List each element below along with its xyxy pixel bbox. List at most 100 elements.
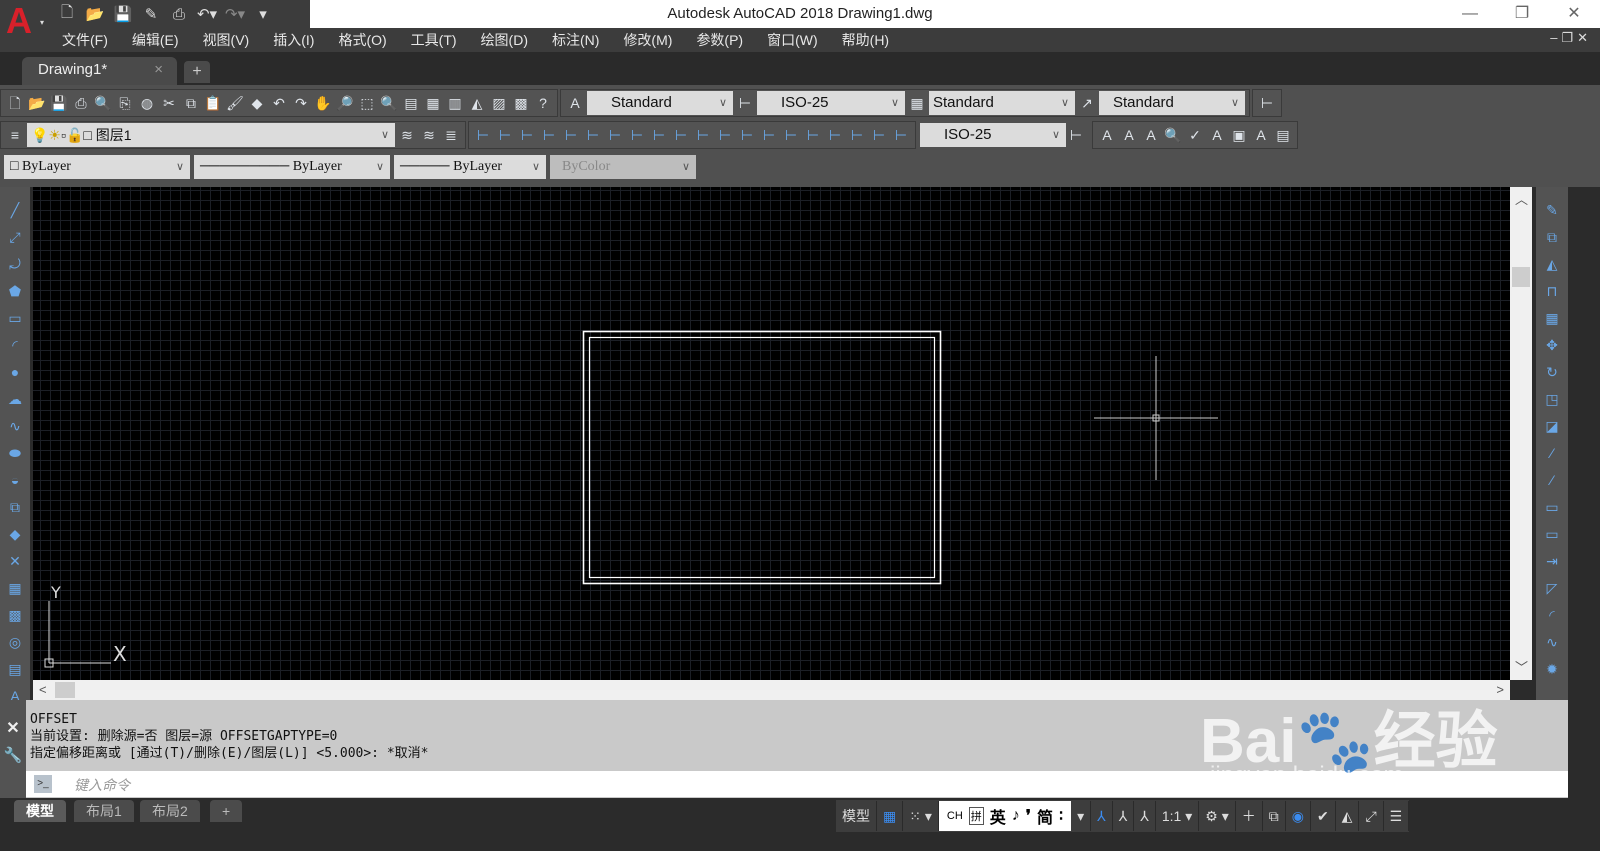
- undo-icon[interactable]: ↶: [269, 92, 289, 114]
- add-layout-button[interactable]: +: [210, 800, 243, 822]
- drawing-window-controls[interactable]: –❐✕: [1550, 30, 1592, 46]
- stretch-icon[interactable]: ◪: [1542, 415, 1562, 437]
- hardware-acceleration-icon[interactable]: ◉: [1286, 801, 1311, 831]
- dim-style-select-2[interactable]: ISO-25 ∨: [920, 123, 1066, 147]
- calc-icon[interactable]: ▩: [511, 92, 531, 114]
- break-at-point-icon[interactable]: ▭: [1542, 523, 1562, 545]
- polygon-icon[interactable]: ⬟: [5, 280, 25, 302]
- 3d-icon[interactable]: ◍: [137, 92, 157, 114]
- command-prompt-icon[interactable]: >_: [34, 775, 52, 793]
- trim-icon[interactable]: ⁄: [1542, 442, 1562, 464]
- join-icon[interactable]: ⇥: [1542, 550, 1562, 572]
- menu-item[interactable]: 文件(F): [62, 30, 108, 50]
- insert-block-icon[interactable]: ⧉: [5, 496, 25, 518]
- tab-model[interactable]: 模型: [14, 800, 66, 822]
- linetype-select[interactable]: ───────── ByLayer ∨: [194, 155, 390, 179]
- new-icon[interactable]: 🗋: [5, 92, 25, 114]
- drawing-canvas[interactable]: X Y: [33, 187, 1510, 680]
- dim-style-select[interactable]: ISO-25 ∨: [757, 91, 905, 115]
- scale-text-icon[interactable]: ▣: [1229, 124, 1249, 146]
- layer-select[interactable]: 💡☀▫🔓□ 图层1 ∨: [27, 123, 395, 147]
- tool-palettes-icon[interactable]: ▥: [445, 92, 465, 114]
- customize-command-icon[interactable]: 🔧: [0, 746, 26, 764]
- redo-icon[interactable]: ↷▾: [224, 5, 246, 23]
- offset-rectangle[interactable]: [588, 336, 936, 579]
- mirror-icon[interactable]: ◭: [1542, 253, 1562, 275]
- command-input[interactable]: >_ 键入命令: [26, 771, 1568, 797]
- plot-icon[interactable]: ⎙: [71, 92, 91, 114]
- design-center-icon[interactable]: ▦: [423, 92, 443, 114]
- construction-line-icon[interactable]: ⤢: [5, 226, 25, 248]
- new-tab-button[interactable]: +: [184, 61, 210, 83]
- fillet-icon[interactable]: ◜: [1542, 604, 1562, 626]
- menu-item[interactable]: 视图(V): [203, 30, 250, 50]
- copy-icon[interactable]: ⧉: [1542, 226, 1562, 248]
- dim-center-mark-icon[interactable]: ⊢: [781, 124, 801, 146]
- convert-icon[interactable]: ▤: [1273, 124, 1293, 146]
- offset-icon[interactable]: ⊓: [1542, 280, 1562, 302]
- rectangle-icon[interactable]: ▭: [5, 307, 25, 329]
- hatch-icon[interactable]: ▦: [5, 577, 25, 599]
- outer-rectangle[interactable]: [582, 330, 942, 585]
- extend-icon[interactable]: ⁄: [1542, 469, 1562, 491]
- color-select[interactable]: □ ByLayer ∨: [4, 155, 190, 179]
- paste-icon[interactable]: 📋: [203, 92, 223, 114]
- save-icon[interactable]: 💾: [49, 92, 69, 114]
- find-icon[interactable]: 🔍: [1163, 124, 1183, 146]
- menu-item[interactable]: 格式(O): [338, 30, 386, 50]
- text-style-select[interactable]: Standard ∨: [587, 91, 733, 115]
- make-block-icon[interactable]: ◆: [5, 523, 25, 545]
- text-style-icon[interactable]: A: [565, 92, 585, 114]
- table-style-select[interactable]: Standard ∨: [929, 91, 1075, 115]
- menu-item[interactable]: 修改(M): [623, 30, 672, 50]
- lineweight-select[interactable]: ───── ByLayer ∨: [394, 155, 546, 179]
- break-icon[interactable]: ▭: [1542, 496, 1562, 518]
- menu-item[interactable]: 编辑(E): [132, 30, 179, 50]
- menu-item[interactable]: 插入(I): [273, 30, 314, 50]
- layer-properties-icon[interactable]: ≡: [5, 124, 25, 146]
- open-icon[interactable]: 📂: [27, 92, 47, 114]
- workspace-gear-icon[interactable]: ⚙ ▾: [1199, 801, 1236, 831]
- publish-icon[interactable]: ⎘: [115, 92, 135, 114]
- line-icon[interactable]: ╱: [5, 199, 25, 221]
- dim-dim-edit-icon[interactable]: ⊢: [847, 124, 867, 146]
- arc-icon[interactable]: ◜: [5, 334, 25, 356]
- ellipse-arc-icon[interactable]: ◒: [5, 469, 25, 491]
- menu-item[interactable]: 绘图(D): [481, 30, 528, 50]
- mleader-style-icon[interactable]: ↗: [1077, 92, 1097, 114]
- spline-icon[interactable]: ∿: [5, 415, 25, 437]
- dim-break-icon[interactable]: ⊢: [737, 124, 757, 146]
- make-current-icon[interactable]: ≋: [397, 124, 417, 146]
- table-style-icon[interactable]: ▦: [907, 92, 927, 114]
- dim-update-icon[interactable]: ⊢: [891, 124, 911, 146]
- dim-arc-length-icon[interactable]: ⊢: [517, 124, 537, 146]
- tab-drawing1[interactable]: Drawing1* ×: [22, 57, 177, 85]
- dim-tolerance-icon[interactable]: ⊢: [759, 124, 779, 146]
- zoom-prev-icon[interactable]: 🔍: [379, 92, 399, 114]
- snap-icon[interactable]: ⁙ ▾: [903, 801, 939, 831]
- mtext-icon[interactable]: A: [1097, 124, 1117, 146]
- erase-icon[interactable]: ✎: [1542, 199, 1562, 221]
- menu-item[interactable]: 标注(N): [552, 30, 599, 50]
- graphics-performance-icon[interactable]: ◭: [1336, 801, 1360, 831]
- dim-linear-icon[interactable]: ⊢: [473, 124, 493, 146]
- dim-aligned-icon[interactable]: ⊢: [495, 124, 515, 146]
- dim-inspect-icon[interactable]: ⊢: [803, 124, 823, 146]
- plot-icon[interactable]: ⎙: [168, 6, 190, 23]
- isolate-objects-icon[interactable]: ✔: [1311, 801, 1336, 831]
- dim-baseline-icon[interactable]: ⊢: [671, 124, 691, 146]
- point-icon[interactable]: ✕: [5, 550, 25, 572]
- fullscreen-icon[interactable]: ⤢: [1359, 801, 1384, 831]
- close-command-icon[interactable]: ✕: [0, 718, 26, 738]
- menu-item[interactable]: 参数(P): [696, 30, 743, 50]
- redo-icon[interactable]: ↷: [291, 92, 311, 114]
- copy-icon[interactable]: ⧉: [181, 92, 201, 114]
- layer-states-icon[interactable]: ≣: [441, 124, 461, 146]
- explode-icon[interactable]: ✹: [1542, 658, 1562, 680]
- circle-icon[interactable]: ●: [5, 361, 25, 383]
- osnap-dropdown[interactable]: ▾: [1071, 801, 1092, 831]
- dim-jogged-icon[interactable]: ⊢: [583, 124, 603, 146]
- help-icon[interactable]: ?: [533, 92, 553, 114]
- dim-diameter-icon[interactable]: ⊢: [605, 124, 625, 146]
- table-icon[interactable]: ▤: [5, 658, 25, 680]
